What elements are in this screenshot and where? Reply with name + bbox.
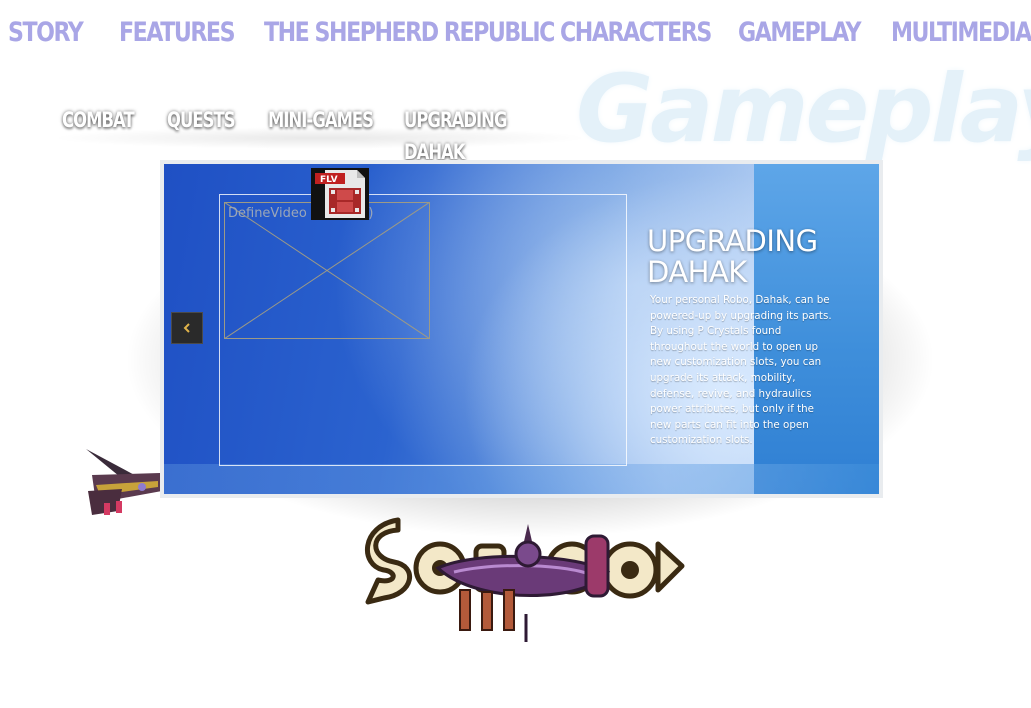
slide-heading: UPGRADING DAHAK <box>647 226 867 288</box>
slide-description: Your personal Robo, Dahak, can be powere… <box>650 294 832 447</box>
subnav-upgrading-dahak[interactable]: Upgrading Dahak <box>404 104 557 168</box>
subnav-mini-games[interactable]: Mini-Games <box>268 104 374 136</box>
flv-icon-label: FLV <box>320 175 338 185</box>
nav-features[interactable]: Features <box>119 16 236 50</box>
gameplay-slide-card: DefineVideo (chid: 19) FLV UPGRADING DAH… <box>160 160 883 498</box>
slide-panel: DefineVideo (chid: 19) FLV UPGRADING DAH… <box>164 164 879 494</box>
nav-story[interactable]: Story <box>8 16 84 50</box>
slide-heading-line1: UPGRADING <box>647 224 818 258</box>
flv-file-icon: FLV <box>311 168 369 220</box>
video-placeholder[interactable] <box>224 202 430 339</box>
slide-heading-line2: DAHAK <box>647 255 747 289</box>
nav-shepherd-republic[interactable]: The Shepherd Republic <box>264 16 555 50</box>
nav-characters[interactable]: Characters <box>560 16 712 50</box>
nav-gameplay[interactable]: Gameplay <box>738 16 862 50</box>
prev-slide-button[interactable] <box>171 312 203 344</box>
section-title: Gameplay <box>576 55 1031 164</box>
sub-nav: Combat Quests Mini-Games Upgrading Dahak <box>0 104 600 164</box>
nav-multimedia[interactable]: Multimedia <box>891 16 1031 50</box>
subnav-combat[interactable]: Combat <box>62 104 135 136</box>
subnav-quests[interactable]: Quests <box>167 104 235 136</box>
game-logo <box>364 517 685 642</box>
chevron-left-icon <box>183 323 190 333</box>
panel-bottom-strip <box>164 464 879 494</box>
